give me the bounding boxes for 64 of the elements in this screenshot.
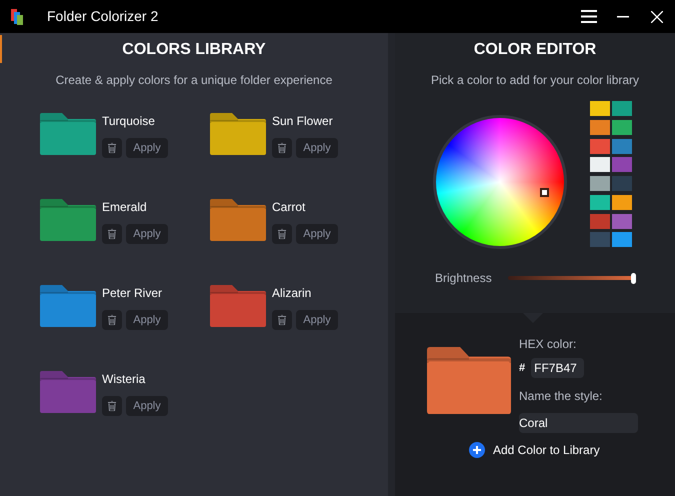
delete-button[interactable] — [102, 310, 122, 330]
color-swatch[interactable] — [612, 138, 632, 154]
color-swatch[interactable] — [612, 120, 632, 135]
color-name: Emerald — [102, 200, 148, 215]
color-swatch[interactable] — [612, 157, 632, 172]
picker-marker[interactable] — [540, 188, 549, 197]
color-swatch[interactable] — [590, 214, 610, 228]
apply-button[interactable]: Apply — [296, 310, 338, 330]
panel-subtitle: Create & apply colors for a unique folder experience — [56, 72, 332, 89]
trash-icon — [108, 229, 116, 239]
field-label: Name the style: — [519, 388, 604, 405]
trash-icon — [278, 143, 286, 153]
panel-subtitle: Pick a color to add for your color library — [430, 72, 640, 89]
panel-title: COLOR EDITOR — [474, 40, 596, 60]
hex-input-field[interactable]: FF7B47 — [531, 358, 584, 378]
hash-sign: # — [519, 360, 526, 376]
delete-button[interactable] — [102, 138, 122, 158]
window-title: Folder Colorizer 2 — [47, 7, 158, 26]
trash-icon — [108, 315, 116, 325]
delete-button[interactable] — [102, 396, 122, 416]
trash-icon — [278, 315, 286, 325]
color-swatch[interactable] — [590, 176, 610, 191]
color-swatch[interactable] — [590, 138, 610, 154]
color-swatch[interactable] — [612, 176, 632, 191]
color-swatch[interactable] — [590, 232, 610, 248]
menu-icon[interactable] — [581, 10, 597, 23]
field-label: HEX color: — [519, 336, 578, 353]
trash-icon — [108, 143, 116, 153]
color-name: Carrot — [272, 200, 306, 215]
color-name: Sun Flower — [272, 114, 334, 129]
app-logo-icon — [11, 8, 23, 24]
slider-thumb[interactable] — [630, 272, 636, 284]
color-swatch[interactable] — [612, 232, 632, 248]
trash-icon — [278, 229, 286, 239]
apply-button[interactable]: Apply — [296, 224, 338, 244]
style-name-input-field[interactable]: Coral — [519, 413, 638, 433]
apply-button[interactable]: Apply — [126, 224, 168, 244]
panel-title: COLORS LIBRARY — [122, 40, 266, 60]
minimize-icon[interactable] — [617, 16, 629, 18]
delete-button[interactable] — [272, 138, 292, 158]
plus-icon — [469, 442, 485, 458]
color-swatch[interactable] — [612, 194, 632, 210]
brightness-label: Brightness — [435, 270, 492, 287]
color-swatch[interactable] — [590, 157, 610, 172]
color-name: Turquoise — [102, 114, 156, 129]
delete-button[interactable] — [272, 224, 292, 244]
delete-button[interactable] — [102, 224, 122, 244]
color-name: Peter River — [102, 286, 164, 301]
close-icon[interactable] — [651, 10, 663, 22]
color-swatch[interactable] — [612, 214, 632, 228]
brightness-slider[interactable] — [508, 272, 636, 284]
color-swatch[interactable] — [590, 194, 610, 210]
apply-button[interactable]: Apply — [296, 138, 338, 158]
color-swatch[interactable] — [612, 101, 632, 116]
apply-button[interactable]: Apply — [126, 310, 168, 330]
trash-icon — [108, 401, 116, 411]
add-color-button[interactable]: Add Color to Library — [469, 441, 600, 459]
color-name: Alizarin — [272, 286, 312, 301]
delete-button[interactable] — [272, 310, 292, 330]
color-name: Wisteria — [102, 372, 146, 387]
apply-button[interactable]: Apply — [126, 396, 168, 416]
color-swatch[interactable] — [590, 120, 610, 135]
apply-button[interactable]: Apply — [126, 138, 168, 158]
color-swatch[interactable] — [590, 101, 610, 116]
